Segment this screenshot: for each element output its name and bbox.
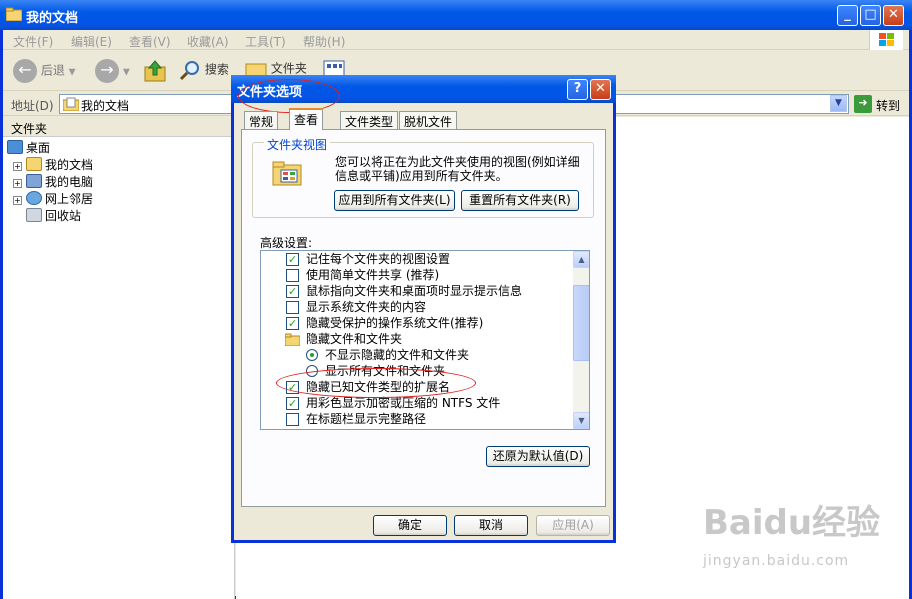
folder-icon xyxy=(5,7,23,22)
setting-label: 在标题栏显示完整路径 xyxy=(306,412,427,426)
tab-file-types[interactable]: 文件类型 xyxy=(340,111,399,129)
address-value: 我的文档 xyxy=(81,99,130,113)
advanced-settings-label: 高级设置: xyxy=(260,236,313,250)
dialog-close-button[interactable]: ✕ xyxy=(590,79,611,100)
setting-radio[interactable] xyxy=(306,349,318,361)
scrollbar-thumb[interactable] xyxy=(573,285,589,361)
folder-pane: 文件夹 桌面 + 我的文档 + 我的电脑 + 网上邻居 回收站 xyxy=(3,117,235,599)
window-title: 我的文档 xyxy=(26,11,79,26)
tree-item-network[interactable]: + 网上邻居 xyxy=(13,190,93,207)
menu-file[interactable]: 文件(F) xyxy=(13,33,53,50)
setting-checkbox[interactable] xyxy=(286,413,299,426)
tab-general[interactable]: 常规 xyxy=(244,111,279,129)
expand-icon: + xyxy=(13,196,22,205)
scroll-down-icon[interactable]: ▼ xyxy=(573,412,589,429)
setting-checkbox[interactable] xyxy=(286,301,299,314)
up-folder-button[interactable] xyxy=(143,59,167,82)
ok-button[interactable]: 确定 xyxy=(373,515,447,536)
restore-defaults-button[interactable]: 还原为默认值(D) xyxy=(486,446,590,467)
up-folder-icon xyxy=(144,60,166,82)
reset-all-folders-button[interactable]: 重置所有文件夹(R) xyxy=(461,190,579,211)
tree-item-my-documents[interactable]: + 我的文档 xyxy=(13,156,93,173)
advanced-settings-list[interactable]: ✓ 记住每个文件夹的视图设置 使用简单文件共享 (推荐) ✓ 鼠标指向文件夹和桌… xyxy=(260,250,590,430)
forward-button[interactable]: → ▼ xyxy=(95,59,130,83)
highlight-oval xyxy=(276,368,476,398)
settings-scrollbar[interactable]: ▲ ▼ xyxy=(573,251,589,429)
setting-label: 隐藏受保护的操作系统文件(推荐) xyxy=(306,316,484,330)
folder-views-description: 您可以将正在为此文件夹使用的视图(例如详细信息或平铺)应用到所有文件夹。 xyxy=(335,155,580,183)
tab-view[interactable]: 查看 xyxy=(289,108,324,130)
setting-label: 不显示隐藏的文件和文件夹 xyxy=(325,348,470,362)
expand-icon: + xyxy=(13,179,22,188)
search-icon xyxy=(179,61,199,81)
setting-label: 显示系统文件夹的内容 xyxy=(306,300,427,314)
desktop-icon xyxy=(7,140,23,154)
help-button[interactable]: ? xyxy=(567,79,588,100)
folder-pane-header: 文件夹 xyxy=(3,117,234,137)
tree-item-desktop[interactable]: 桌面 xyxy=(7,139,50,156)
setting-label: 使用简单文件共享 (推荐) xyxy=(306,268,440,282)
network-icon xyxy=(26,191,42,205)
back-arrow-icon: ← xyxy=(13,59,37,83)
back-button[interactable]: ← 后退 ▼ xyxy=(13,59,76,83)
window-title-bar[interactable]: 我的文档 _ □ ✕ xyxy=(0,0,912,30)
go-button[interactable]: 转到 xyxy=(876,97,900,114)
folder-views-icon xyxy=(272,159,302,187)
folder-options-dialog: 文件夹选项 ? ✕ 常规 查看 文件类型 脱机文件 文件夹视图 您可以将正在为此… xyxy=(231,75,616,543)
folder-views-label: 文件夹视图 xyxy=(264,136,331,153)
address-dropdown-icon[interactable]: ▼ xyxy=(830,95,847,112)
windows-logo-icon xyxy=(869,30,903,50)
recycle-bin-icon xyxy=(26,208,42,222)
setting-checkbox[interactable]: ✓ xyxy=(286,253,299,266)
setting-group-label: 隐藏文件和文件夹 xyxy=(306,332,403,346)
my-documents-icon xyxy=(26,157,42,171)
tree-item-recycle-bin[interactable]: 回收站 xyxy=(26,207,81,224)
menu-favorites[interactable]: 收藏(A) xyxy=(187,33,229,50)
forward-arrow-icon: → xyxy=(95,59,119,83)
setting-checkbox[interactable]: ✓ xyxy=(286,397,299,410)
menu-view[interactable]: 查看(V) xyxy=(129,33,171,50)
address-label: 地址(D) xyxy=(11,99,54,113)
folder-icon xyxy=(284,333,301,349)
apply-button[interactable]: 应用(A) xyxy=(536,515,610,536)
my-documents-icon xyxy=(63,97,79,111)
my-computer-icon xyxy=(26,174,42,188)
scroll-up-icon[interactable]: ▲ xyxy=(573,251,589,268)
go-arrow-icon[interactable]: ➜ xyxy=(854,95,872,113)
setting-label: 鼠标指向文件夹和桌面项时显示提示信息 xyxy=(306,284,523,298)
tree-item-my-computer[interactable]: + 我的电脑 xyxy=(13,173,93,190)
maximize-button[interactable]: □ xyxy=(860,5,881,26)
apply-to-all-folders-button[interactable]: 应用到所有文件夹(L) xyxy=(334,190,455,211)
search-button[interactable]: 搜索 xyxy=(179,59,229,81)
cancel-button[interactable]: 取消 xyxy=(454,515,528,536)
menu-help[interactable]: 帮助(H) xyxy=(303,33,345,50)
setting-label: 记住每个文件夹的视图设置 xyxy=(306,252,451,266)
setting-checkbox[interactable]: ✓ xyxy=(286,317,299,330)
setting-checkbox[interactable] xyxy=(286,269,299,282)
setting-checkbox[interactable]: ✓ xyxy=(286,285,299,298)
minimize-button[interactable]: _ xyxy=(837,5,858,26)
menu-edit[interactable]: 编辑(E) xyxy=(71,33,112,50)
close-button[interactable]: ✕ xyxy=(883,5,904,26)
expand-icon: + xyxy=(13,162,22,171)
watermark: Baidu经验 jingyan.baidu.com xyxy=(703,503,881,569)
menu-tools[interactable]: 工具(T) xyxy=(245,33,286,50)
tab-offline-files[interactable]: 脱机文件 xyxy=(399,111,458,129)
menu-bar: 文件(F) 编辑(E) 查看(V) 收藏(A) 工具(T) 帮助(H) xyxy=(3,30,909,50)
